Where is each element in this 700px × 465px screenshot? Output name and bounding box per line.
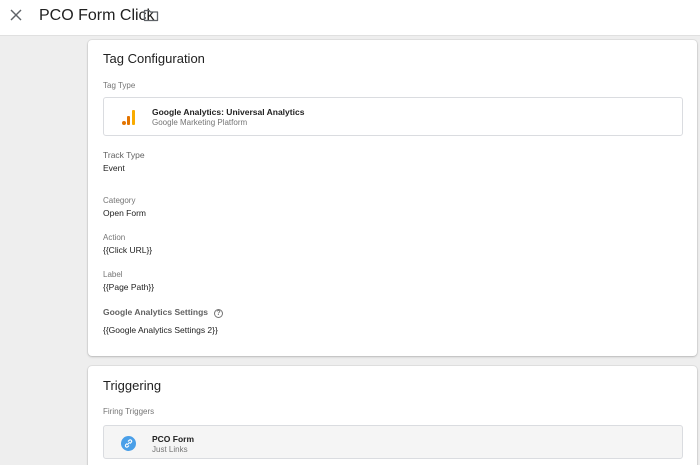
triggering-heading: Triggering (103, 378, 162, 393)
category-label: Category (103, 196, 136, 205)
google-analytics-icon (122, 110, 136, 125)
ga-settings-label-row: Google Analytics Settings? (103, 307, 224, 318)
action-label: Action (103, 233, 126, 242)
label-value: {{Page Path}} (103, 282, 155, 292)
label-label: Label (103, 270, 123, 279)
firing-triggers-label: Firing Triggers (103, 407, 155, 416)
ga-settings-label: Google Analytics Settings (103, 307, 209, 317)
tag-type-provider: Google Marketing Platform (152, 118, 248, 127)
tag-configuration-heading: Tag Configuration (103, 51, 205, 66)
triggering-card[interactable]: Triggering Firing Triggers PCO Form Just… (88, 366, 697, 465)
trigger-name: PCO Form (152, 434, 195, 444)
link-icon (121, 436, 136, 451)
ga-settings-value: {{Google Analytics Settings 2}} (103, 325, 218, 335)
trigger-type: Just Links (152, 445, 188, 454)
tag-type-name: Google Analytics: Universal Analytics (152, 107, 305, 117)
tag-type-label: Tag Type (103, 81, 136, 90)
tag-type-selector[interactable]: Google Analytics: Universal Analytics Go… (103, 97, 683, 136)
track-type-value: Event (103, 163, 125, 173)
action-value: {{Click URL}} (103, 245, 153, 255)
category-value: Open Form (103, 208, 146, 218)
tag-name-title[interactable]: PCO Form Click (39, 5, 155, 28)
folder-icon[interactable] (143, 8, 159, 22)
tag-configuration-card[interactable]: Tag Configuration Tag Type Google Analyt… (88, 40, 697, 356)
help-icon[interactable]: ? (214, 309, 224, 318)
firing-trigger-item[interactable]: PCO Form Just Links (103, 425, 683, 459)
track-type-label: Track Type (103, 150, 145, 160)
top-bar: PCO Form Click (0, 0, 700, 36)
close-icon[interactable] (8, 7, 24, 23)
